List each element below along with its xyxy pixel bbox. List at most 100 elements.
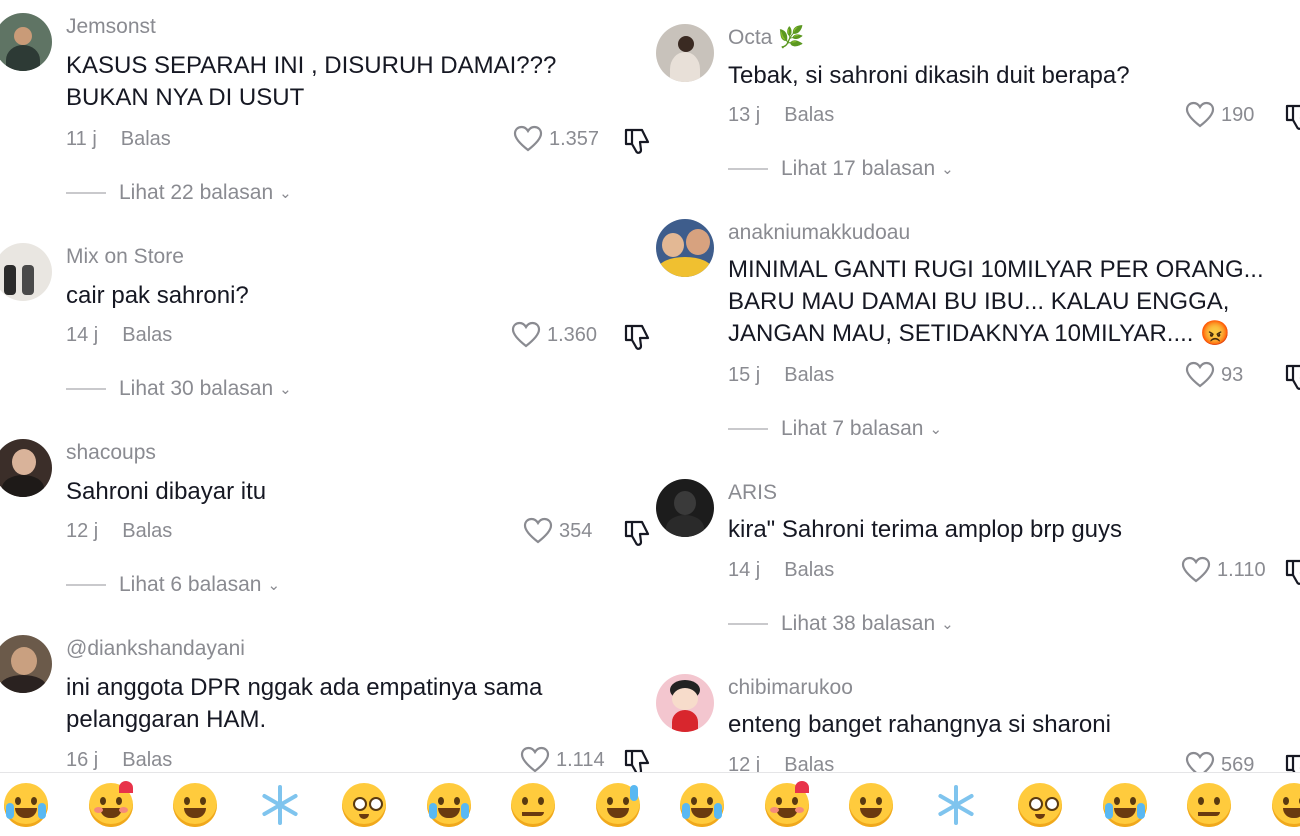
like-button[interactable]: 1.114: [520, 746, 605, 772]
dislike-icon[interactable]: [1283, 102, 1300, 132]
reply-button[interactable]: Balas: [784, 559, 834, 581]
smirking-face-icon[interactable]: [509, 781, 557, 829]
chevron-down-icon: ⌄: [279, 184, 292, 202]
grinning-face-with-sweat-glyph: [596, 783, 640, 827]
smiling-face-with-hearts-icon[interactable]: [87, 781, 135, 829]
dislike-icon[interactable]: [622, 747, 652, 772]
divider-line: [728, 623, 768, 625]
reply-button[interactable]: Balas: [122, 520, 172, 542]
username[interactable]: ARIS: [728, 481, 777, 505]
comment-meta: 11 jBalas: [66, 128, 171, 151]
avatar[interactable]: [656, 674, 714, 732]
view-replies-label: Lihat 38 balasan: [781, 612, 935, 636]
heart-icon: [1181, 556, 1211, 584]
like-button[interactable]: 1.360: [511, 321, 597, 349]
comment-meta: 14 jBalas: [66, 324, 172, 347]
username[interactable]: shacoups: [66, 441, 156, 465]
like-button[interactable]: 354: [523, 517, 592, 545]
avatar[interactable]: [656, 24, 714, 82]
dislike-icon[interactable]: [1283, 362, 1300, 392]
smiling-face-with-hearts-glyph: [765, 783, 809, 827]
snowflake-icon[interactable]: [256, 781, 304, 829]
like-button[interactable]: 569: [1185, 751, 1254, 772]
dislike-icon[interactable]: [1283, 557, 1300, 587]
view-replies-link[interactable]: Lihat 38 balasan ⌄: [728, 612, 954, 636]
chevron-down-icon: ⌄: [279, 380, 292, 398]
heart-icon: [513, 125, 543, 153]
snowflake-icon[interactable]: [932, 781, 980, 829]
dislike-icon[interactable]: [622, 322, 652, 352]
like-button[interactable]: 93: [1185, 361, 1243, 389]
username[interactable]: Octa 🌿: [728, 26, 804, 50]
smiling-face-with-hearts-glyph: [89, 783, 133, 827]
smirking-face-glyph: [511, 783, 555, 827]
face-with-tears-of-joy-glyph: [427, 783, 471, 827]
avatar[interactable]: [0, 439, 52, 497]
divider-line: [728, 168, 768, 170]
username[interactable]: @diankshandayani: [66, 637, 245, 661]
snowflake-glyph: [934, 783, 978, 827]
view-replies-label: Lihat 7 balasan: [781, 417, 923, 441]
grinning-face-icon[interactable]: [847, 781, 895, 829]
grinning-face-with-sweat-icon[interactable]: [1270, 781, 1300, 829]
view-replies-link[interactable]: Lihat 6 balasan ⌄: [66, 573, 280, 597]
comment-text: ini anggota DPR nggak ada empatinya sama…: [66, 672, 542, 736]
heart-icon: [1185, 361, 1215, 389]
view-replies-label: Lihat 6 balasan: [119, 573, 261, 597]
reply-button[interactable]: Balas: [122, 749, 172, 771]
comment-time: 16 j: [66, 749, 98, 771]
avatar[interactable]: [656, 219, 714, 277]
dislike-icon[interactable]: [1283, 752, 1300, 772]
like-count: 1.360: [547, 324, 597, 347]
smirking-face-icon[interactable]: [1185, 781, 1233, 829]
avatar[interactable]: [0, 243, 52, 301]
loudly-crying-face-icon[interactable]: [678, 781, 726, 829]
reply-button[interactable]: Balas: [784, 364, 834, 386]
like-button[interactable]: 1.357: [513, 125, 599, 153]
username[interactable]: Mix on Store: [66, 245, 184, 269]
like-count: 569: [1221, 754, 1254, 773]
view-replies-label: Lihat 17 balasan: [781, 157, 935, 181]
username[interactable]: chibimarukoo: [728, 676, 853, 700]
reply-button[interactable]: Balas: [122, 324, 172, 346]
avatar[interactable]: [656, 479, 714, 537]
username[interactable]: Jemsonst: [66, 15, 156, 39]
like-button[interactable]: 190: [1185, 101, 1254, 129]
like-button[interactable]: 1.110: [1181, 556, 1266, 584]
loudly-crying-face-glyph: [4, 783, 48, 827]
view-replies-link[interactable]: Lihat 22 balasan ⌄: [66, 181, 292, 205]
flushed-face-icon[interactable]: [340, 781, 388, 829]
comment-text: KASUS SEPARAH INI , DISURUH DAMAI??? BUK…: [66, 50, 556, 114]
comment-time: 13 j: [728, 104, 760, 126]
avatar[interactable]: [0, 13, 52, 71]
face-with-tears-of-joy-icon[interactable]: [425, 781, 473, 829]
grinning-face-with-sweat-glyph: [1272, 783, 1300, 827]
loudly-crying-face-icon[interactable]: [2, 781, 50, 829]
heart-icon: [520, 746, 550, 772]
like-count: 190: [1221, 104, 1254, 127]
face-with-tears-of-joy-icon[interactable]: [1101, 781, 1149, 829]
dislike-icon[interactable]: [622, 518, 652, 548]
view-replies-label: Lihat 22 balasan: [119, 181, 273, 205]
dislike-icon[interactable]: [622, 126, 652, 156]
view-replies-link[interactable]: Lihat 17 balasan ⌄: [728, 157, 954, 181]
grinning-face-with-sweat-icon[interactable]: [594, 781, 642, 829]
comment-meta: 15 jBalas: [728, 364, 834, 387]
like-count: 1.357: [549, 128, 599, 151]
smiling-face-with-hearts-icon[interactable]: [763, 781, 811, 829]
reply-button[interactable]: Balas: [784, 754, 834, 772]
reply-button[interactable]: Balas: [121, 128, 171, 150]
comment-text: MINIMAL GANTI RUGI 10MILYAR PER ORANG...…: [728, 254, 1264, 350]
username[interactable]: anakniumakkudoau: [728, 221, 910, 245]
chevron-down-icon: ⌄: [941, 160, 954, 178]
view-replies-link[interactable]: Lihat 7 balasan ⌄: [728, 417, 942, 441]
like-count: 1.114: [556, 749, 605, 772]
grinning-face-icon[interactable]: [171, 781, 219, 829]
avatar[interactable]: [0, 635, 52, 693]
reply-button[interactable]: Balas: [784, 104, 834, 126]
divider-line: [66, 584, 106, 586]
flushed-face-icon[interactable]: [1016, 781, 1064, 829]
view-replies-link[interactable]: Lihat 30 balasan ⌄: [66, 377, 292, 401]
smirking-face-glyph: [1187, 783, 1231, 827]
comment-meta: 13 j Balas: [728, 104, 834, 127]
